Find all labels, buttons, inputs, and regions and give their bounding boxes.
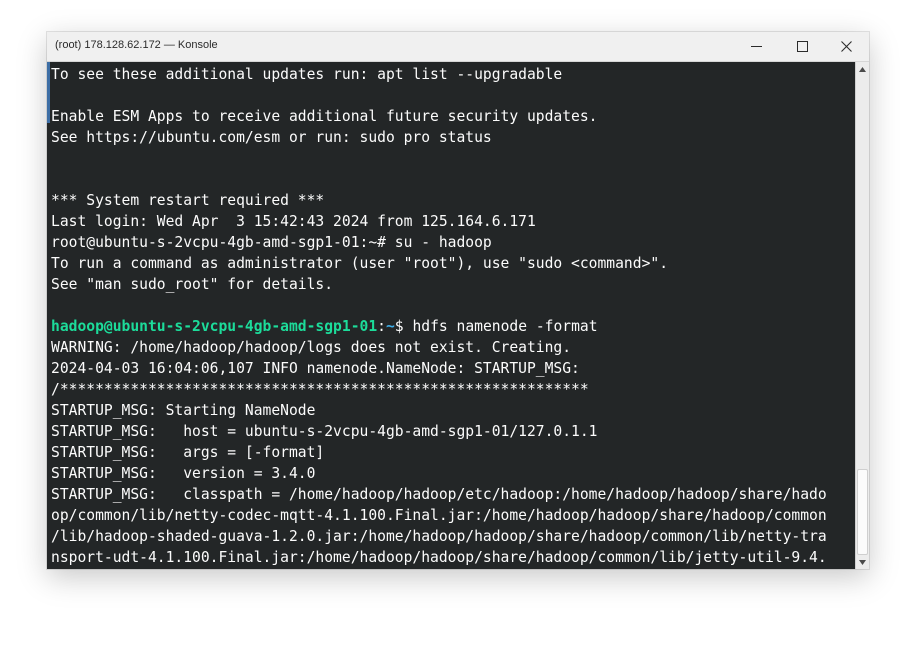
output-line: Enable ESM Apps to receive additional fu… [51,108,598,125]
output-line: STARTUP_MSG: Starting NameNode [51,402,316,419]
scroll-thumb[interactable] [857,469,868,555]
scroll-down-button[interactable] [856,555,869,569]
output-line [51,169,827,190]
output-line: op/common/lib/netty-codec-mqtt-4.1.100.F… [51,507,827,524]
output-line: STARTUP_MSG: classpath = /home/hadoop/ha… [51,486,827,503]
output-line [51,85,827,106]
output-line [51,148,827,169]
output-line: root@ubuntu-s-2vcpu-4gb-amd-sgp1-01:~# s… [51,234,492,251]
prompt-separator: : [377,318,386,335]
close-button[interactable] [823,32,869,61]
vertical-scrollbar[interactable] [855,62,869,569]
output-line: 2024-04-03 16:04:06,107 INFO namenode.Na… [51,360,580,377]
scroll-up-button[interactable] [856,62,869,76]
output-line: /***************************************… [51,381,589,398]
output-line: STARTUP_MSG: version = 3.4.0 [51,465,316,482]
prompt-user: hadoop@ubuntu-s-2vcpu-4gb-amd-sgp1-01 [51,318,378,335]
minimize-button[interactable] [733,32,779,61]
output-line: STARTUP_MSG: args = [-format] [51,444,325,461]
triangle-up-icon [859,66,866,72]
scroll-track[interactable] [856,76,869,555]
output-line: nsport-udt-4.1.100.Final.jar:/home/hadoo… [51,549,827,566]
window-title: (root) 178.128.62.172 — Konsole [55,39,218,51]
maximize-icon [796,41,808,52]
output-line: To see these additional updates run: apt… [51,66,563,83]
output-line: /lib/hadoop-shaded-guava-1.2.0.jar:/home… [51,528,827,545]
output-line: To run a command as administrator (user … [51,255,669,272]
maximize-button[interactable] [779,32,825,61]
output-line: STARTUP_MSG: host = ubuntu-s-2vcpu-4gb-a… [51,423,598,440]
output-line [51,295,827,316]
output-line: See "man sudo_root" for details. [51,276,334,293]
close-icon [840,41,852,52]
output-line: See https://ubuntu.com/esm or run: sudo … [51,129,492,146]
title-bar[interactable]: (root) 178.128.62.172 — Konsole [47,32,869,62]
session-accent-bar [47,62,50,123]
prompt-path: ~ [385,318,395,335]
konsole-window: (root) 178.128.62.172 — Konsole To see t… [47,32,869,569]
prompt-command: hdfs namenode -format [412,318,598,335]
output-line: Last login: Wed Apr 3 15:42:43 2024 from… [51,213,536,230]
output-line: WARNING: /home/hadoop/hadoop/logs does n… [51,339,572,356]
terminal-output[interactable]: To see these additional updates run: apt… [47,62,855,569]
prompt-symbol: $ [394,318,413,335]
minimize-icon [750,46,762,47]
terminal-lines: To see these additional updates run: apt… [51,64,827,568]
triangle-down-icon [859,559,866,565]
prompt-line: hadoop@ubuntu-s-2vcpu-4gb-amd-sgp1-01:~$… [51,316,827,337]
output-line: *** System restart required *** [51,192,325,209]
